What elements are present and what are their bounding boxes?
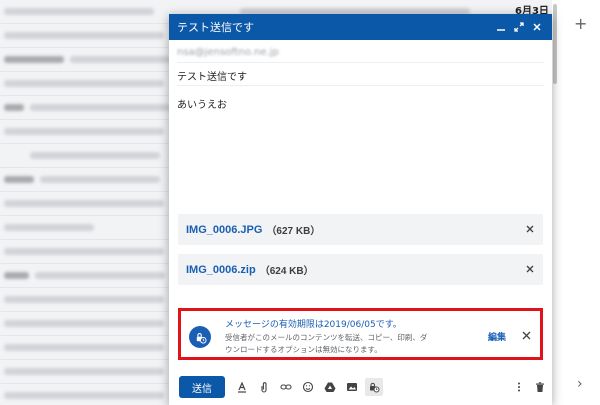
compose-window: テスト送信です nsa@jensoftno.ne.jp テスト送信です あいうえ… — [169, 14, 552, 405]
subject-field[interactable]: テスト送信です — [177, 63, 544, 86]
compose-header[interactable]: テスト送信です — [169, 14, 552, 40]
restriction-line-2: ウンロードするオプションは無効になります。 — [225, 345, 382, 354]
attachment-name[interactable]: IMG_0006.JPG — [186, 224, 262, 236]
insert-link-icon[interactable] — [277, 378, 295, 396]
edit-confidential-button[interactable]: 編集 — [488, 330, 506, 357]
emoji-icon[interactable] — [299, 378, 317, 396]
confidential-mode-icon[interactable] — [365, 378, 383, 396]
attachment-size: （624 KB） — [259, 266, 314, 277]
compose-toolbar: 送信 — [169, 372, 552, 402]
insert-photo-icon[interactable] — [343, 378, 361, 396]
add-addon-icon[interactable]: + — [574, 14, 587, 33]
inbox-scrollbar-thumb[interactable] — [553, 4, 557, 84]
minimize-icon[interactable] — [494, 20, 508, 34]
formatting-icon[interactable] — [233, 378, 251, 396]
expand-panel-icon[interactable]: › — [577, 376, 583, 392]
close-icon[interactable] — [520, 329, 532, 341]
discard-draft-icon[interactable] — [531, 378, 549, 396]
confidential-mode-notice: メッセージの有効期限は2019/06/05です。 受信者がこのメールのコンテンツ… — [178, 308, 543, 360]
remove-attachment-icon[interactable] — [524, 223, 536, 235]
confidential-notice-text: メッセージの有効期限は2019/06/05です。 受信者がこのメールのコンテンツ… — [225, 317, 482, 357]
send-button[interactable]: 送信 — [179, 376, 225, 398]
attachment-chip[interactable]: IMG_0006.zip （624 KB） — [178, 254, 543, 285]
attachment-size: （627 KB） — [266, 226, 321, 237]
right-rail — [558, 0, 600, 405]
restriction-line-1: 受信者がこのメールのコンテンツを転送、コピー、印刷、ダ — [225, 333, 428, 342]
attachment-name[interactable]: IMG_0006.zip — [186, 264, 256, 276]
recipients-field[interactable]: nsa@jensoftno.ne.jp — [177, 40, 544, 63]
recipient-address: nsa@jensoftno.ne.jp — [177, 47, 279, 58]
restriction-description: 受信者がこのメールのコンテンツを転送、コピー、印刷、ダ ウンロードするオプション… — [225, 332, 482, 356]
subject-text: テスト送信です — [177, 72, 247, 83]
compose-title: テスト送信です — [177, 21, 254, 34]
confidential-mode-icon — [189, 326, 211, 348]
more-options-icon[interactable] — [510, 378, 528, 396]
remove-attachment-icon[interactable] — [524, 263, 536, 275]
attach-file-icon[interactable] — [255, 378, 273, 396]
attachment-chip[interactable]: IMG_0006.JPG （627 KB） — [178, 214, 543, 245]
close-icon[interactable] — [530, 20, 544, 34]
expiry-message: メッセージの有効期限は2019/06/05です。 — [225, 320, 402, 330]
message-body[interactable]: あいうえお — [177, 96, 544, 126]
fullscreen-icon[interactable] — [512, 20, 526, 34]
drive-icon[interactable] — [321, 378, 339, 396]
